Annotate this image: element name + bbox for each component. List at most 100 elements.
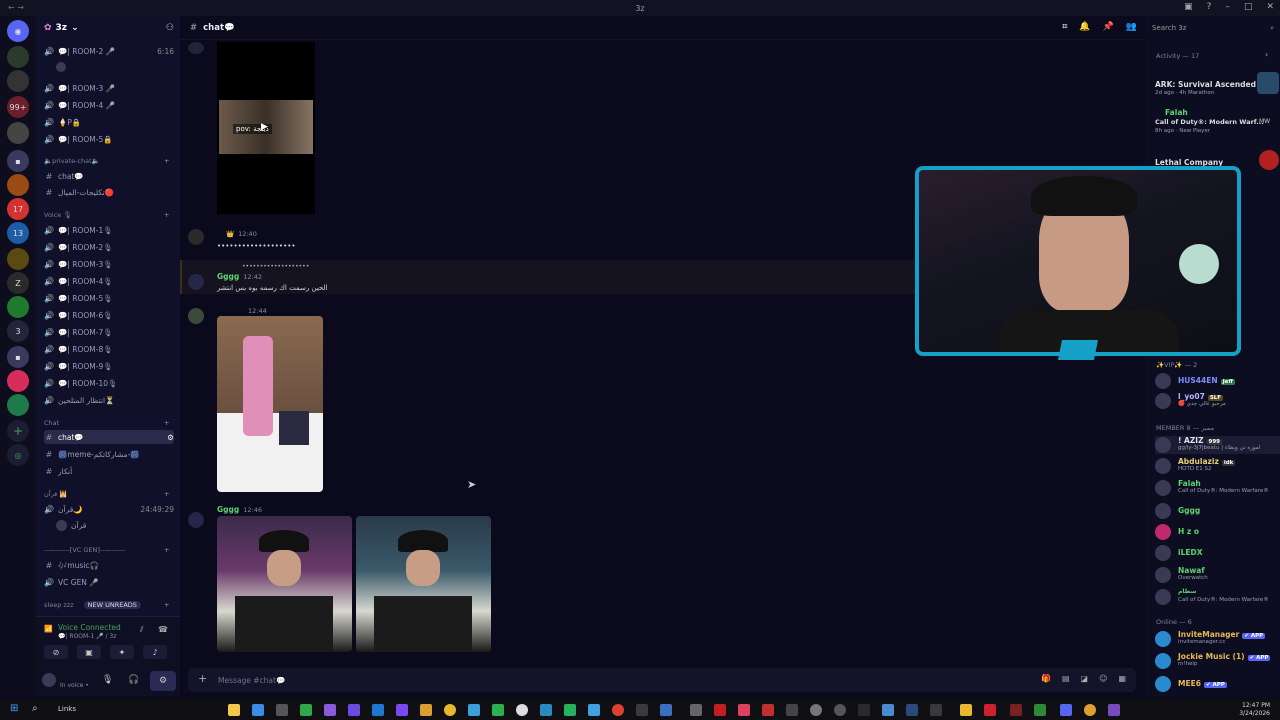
server-icon[interactable]: 13 [7, 222, 29, 244]
folder-icon[interactable]: ▪ [7, 346, 29, 368]
add-channel-icon[interactable]: + [164, 211, 169, 219]
add-channel-icon[interactable]: + [164, 419, 169, 427]
xbox-icon[interactable] [300, 704, 312, 716]
maximize-button[interactable]: □ [1244, 2, 1253, 12]
voice-room-9[interactable]: 🔊 💬| ROOM-9🎙 [44, 359, 174, 373]
add-attachment-icon[interactable]: + [198, 672, 207, 685]
explore-icon[interactable]: ◎ [7, 444, 29, 466]
sticker-icon[interactable]: ◪ [1081, 674, 1089, 683]
voice-room-10[interactable]: 🔊 💬| ROOM-10🎙 [44, 376, 174, 390]
app-icon[interactable] [396, 704, 408, 716]
server-icon[interactable] [7, 248, 29, 270]
search-icon[interactable]: ⌕ [32, 703, 38, 714]
app-icon[interactable] [636, 704, 648, 716]
voice-waiting[interactable]: 🔊 انتظار المتلحين⏳ [44, 393, 174, 407]
folder-icon[interactable]: ▪ [7, 150, 29, 172]
member-item[interactable]: l_yo07 SLF 🔴 مرحبو عالي جدي [1155, 392, 1280, 410]
app-icon[interactable] [882, 704, 894, 716]
server-icon[interactable] [7, 46, 29, 68]
activity-item[interactable]: Lethal Company [1155, 148, 1280, 170]
member-item[interactable]: MEE6 ✔ APP [1155, 675, 1280, 693]
server-icon[interactable] [7, 370, 29, 392]
windows-start-icon[interactable]: ⊞ [10, 703, 18, 714]
avatar[interactable] [188, 512, 204, 528]
category-vcgen[interactable]: -----------[VC GEN]----------- + [44, 546, 169, 554]
app-icon[interactable] [690, 704, 702, 716]
server-icon[interactable] [7, 394, 29, 416]
app-icon[interactable] [906, 704, 918, 716]
app-icon[interactable] [834, 704, 846, 716]
app-icon[interactable] [252, 704, 264, 716]
clock[interactable]: 12:47 PM 3/24/2026 [1239, 702, 1270, 718]
app-icon[interactable] [372, 704, 384, 716]
avatar[interactable] [42, 673, 56, 687]
app-icon[interactable] [564, 704, 576, 716]
app-icon[interactable] [738, 704, 750, 716]
member-item[interactable]: ! AZIZ 999 gg/ly-3j7jbeatu | اموره تي وبطا… [1155, 436, 1280, 454]
video-embed[interactable]: pov: ديلجة ▶ [217, 42, 315, 214]
image-attachment[interactable] [356, 516, 491, 652]
image-attachment[interactable] [217, 316, 323, 492]
add-server-icon[interactable]: + [7, 420, 29, 442]
add-channel-icon[interactable]: + [164, 601, 169, 609]
app-icon[interactable] [276, 704, 288, 716]
chrome-icon[interactable] [1084, 704, 1096, 716]
app-icon[interactable] [714, 704, 726, 716]
app-icon[interactable] [960, 704, 972, 716]
avatar[interactable] [188, 274, 204, 290]
microphone-icon[interactable]: 🎙 [102, 675, 113, 685]
app-icon[interactable] [762, 704, 774, 716]
app-icon[interactable] [540, 704, 552, 716]
channel-p[interactable]: 🔊 🍦P🔒 [44, 115, 174, 129]
app-icon[interactable] [1034, 704, 1046, 716]
user-settings-icon[interactable]: ⚙ [150, 671, 176, 691]
app-icon[interactable] [588, 704, 600, 716]
screen-share-button[interactable]: ▣ [77, 645, 101, 659]
threads-icon[interactable]: ⌗ [1062, 22, 1067, 32]
video-off-button[interactable]: ⊘ [44, 645, 68, 659]
app-icon[interactable] [1010, 704, 1022, 716]
author-name[interactable]: Gggg [217, 272, 239, 281]
member-item[interactable]: Nawaf Overwatch [1155, 566, 1280, 584]
server-icon[interactable] [7, 174, 29, 196]
voice-room-1[interactable]: 🔊 💬| ROOM-1🎙 [44, 223, 174, 237]
app-icon[interactable] [660, 704, 672, 716]
voice-user[interactable] [56, 60, 186, 74]
server-icon[interactable] [7, 122, 29, 144]
voice-room-6[interactable]: 🔊 💬| ROOM-6🎙 [44, 308, 174, 322]
server-icon[interactable]: 99+ [7, 96, 29, 118]
member-item[interactable]: Gggg [1155, 502, 1280, 520]
activity-item[interactable]: Falah Call of Duty®: Modern Warf... 8h a… [1155, 108, 1280, 134]
discord-taskbar-icon[interactable] [1060, 704, 1072, 716]
category-sleep[interactable]: sleep zzz NEW UNREADS + [44, 601, 169, 609]
category-quran[interactable]: قرآن 🕌 + [44, 490, 169, 498]
channel-private-chat[interactable]: # chat💬 [44, 169, 174, 183]
server-icon[interactable]: 17 [7, 198, 29, 220]
app-icon[interactable] [984, 704, 996, 716]
emoji-icon[interactable]: ☺ [1099, 674, 1107, 683]
file-explorer-icon[interactable] [228, 704, 240, 716]
app-icon[interactable] [324, 704, 336, 716]
add-member-icon[interactable]: ⚇ [166, 23, 174, 33]
member-item[interactable]: Abdulaziz idk HOTD E1 S2 [1155, 457, 1280, 475]
apps-icon[interactable]: ▦ [1118, 674, 1126, 683]
settings-icon[interactable]: ⚙ [167, 433, 174, 442]
member-item[interactable]: Jockie Music (1) ✔ APP m!help [1155, 652, 1280, 670]
taskbar-search-label[interactable]: Links [58, 705, 76, 713]
server-icon[interactable] [7, 70, 29, 92]
server-header[interactable]: ✿ 3z ⌄ ⚇ [36, 16, 180, 40]
server-icon[interactable]: Z [7, 272, 29, 294]
channel-room-3[interactable]: 🔊 💬| ROOM-3 🎤 [44, 81, 174, 95]
member-item[interactable]: InviteManager ✔ APP invitemanager.cc [1155, 630, 1280, 648]
new-unreads-pill[interactable]: NEW UNREADS [83, 601, 141, 609]
app-icon[interactable] [516, 704, 528, 716]
search-input[interactable]: Search 3z ⌕ [1152, 20, 1274, 36]
disconnect-icon[interactable]: ☎ [158, 625, 168, 634]
category-chat[interactable]: Chat + [44, 419, 169, 427]
member-item[interactable]: سطام Call of Duty®: Modern Warfare® [1155, 588, 1280, 606]
add-channel-icon[interactable]: + [164, 490, 169, 498]
channel-room-5[interactable]: 🔊 💬| ROOM-5🔒 [44, 132, 174, 146]
avatar[interactable] [188, 42, 204, 54]
gift-icon[interactable]: 🎁 [1041, 674, 1051, 683]
channel-room-4[interactable]: 🔊 💬| ROOM-4 🎤 [44, 98, 174, 112]
